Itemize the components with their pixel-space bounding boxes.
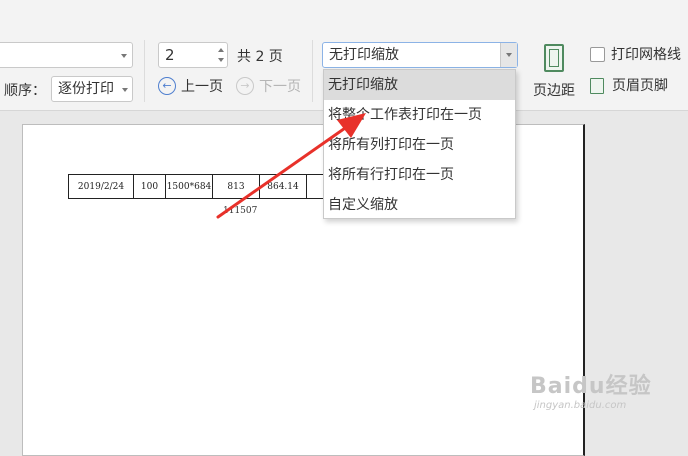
page-number-value: 2 [165,46,175,64]
menu-item-no-scaling[interactable]: 无打印缩放 [324,70,515,100]
prev-page-button[interactable]: ← 上一页 [158,76,223,98]
toolbar-top-strip [0,0,688,30]
menu-item-fit-sheet-one-page[interactable]: 将整个工作表打印在一页 [324,100,515,130]
chevron-down-icon [121,54,127,58]
arrow-right-icon: → [236,77,254,95]
header-footer-label: 页眉页脚 [612,78,668,94]
prev-page-label: 上一页 [181,79,223,95]
spin-down-icon[interactable] [218,58,224,62]
arrow-left-icon: ← [158,77,176,95]
toolbar-divider [144,40,145,102]
next-page-label: 下一页 [259,79,301,95]
dropdown-button[interactable] [500,43,517,67]
menu-item-fit-columns-one-page[interactable]: 将所有列打印在一页 [324,130,515,160]
table-cell: 2019/2/24 [68,174,134,199]
table-cell: 864.14 [259,174,307,199]
watermark-url: jingyan.baidu.com [534,400,627,411]
print-order-select[interactable]: 逐份打印 [51,76,133,102]
print-scaling-value: 无打印缩放 [329,47,399,63]
print-gridlines-toggle[interactable]: 打印网格线 [590,46,681,66]
header-footer-button[interactable]: 页眉页脚 [590,76,668,96]
table-cell: 100 [133,174,166,199]
total-pages-label: 共 2 页 [237,49,283,65]
print-order-label: 顺序： [4,83,46,99]
header-footer-icon [590,78,604,94]
table-cell: 1500*684 [165,174,213,199]
printer-select[interactable] [0,42,133,68]
page-margins-button[interactable]: 页边距 [533,80,575,100]
gridlines-checkbox[interactable] [590,47,605,62]
menu-item-custom-scaling[interactable]: 自定义缩放 [324,190,515,220]
table-cell: 813 [212,174,260,199]
print-order-value: 逐份打印 [58,81,114,97]
print-gridlines-label: 打印网格线 [611,47,681,63]
page-number-input[interactable]: 2 [158,42,228,68]
chevron-down-icon [122,88,128,92]
spin-up-icon[interactable] [218,48,224,52]
page-margins-icon[interactable] [544,44,564,72]
menu-item-fit-rows-one-page[interactable]: 将所有行打印在一页 [324,160,515,190]
next-page-button[interactable]: → 下一页 [236,76,301,98]
print-scaling-menu: 无打印缩放 将整个工作表打印在一页 将所有列打印在一页 将所有行打印在一页 自定… [323,69,516,219]
watermark: Baidu经验 jingyan.baidu.com [530,368,652,411]
chevron-down-icon [506,53,512,57]
print-scaling-select[interactable]: 无打印缩放 [322,42,518,68]
watermark-brand: Baidu经验 [530,374,652,399]
preview-sub-value: 111507 [223,206,258,216]
toolbar-divider [312,40,313,102]
